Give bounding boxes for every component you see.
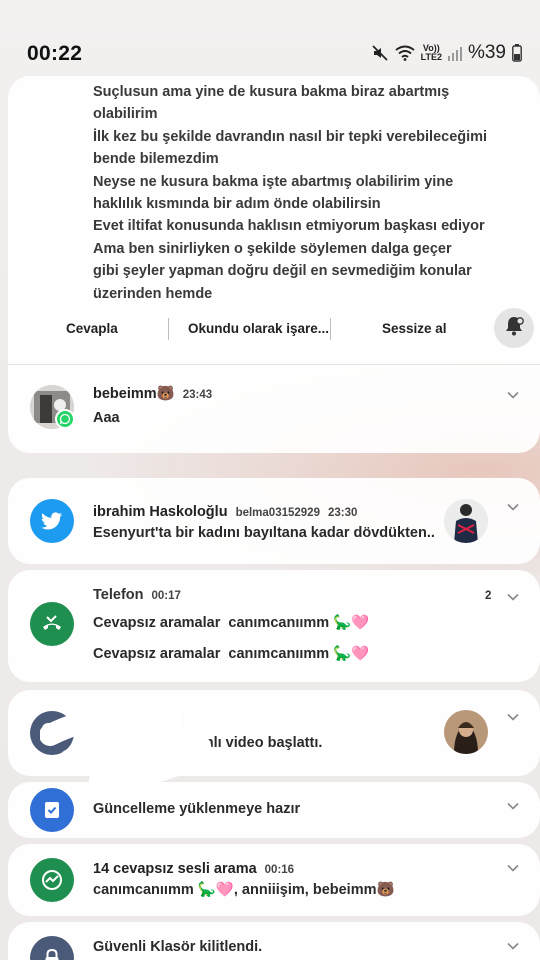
missed-call-icon [30,602,74,646]
chevron-down-icon[interactable] [506,861,520,875]
notification-text: Aaa [93,410,120,426]
chevron-down-icon[interactable] [506,590,520,604]
update-notification[interactable]: Güncelleme yüklenmeye hazır [8,782,540,838]
notification-text: Güvenli Klasör kilitlendi. [93,939,263,955]
chevron-down-icon[interactable] [506,500,520,514]
battery-percent: %39 [467,42,506,63]
messenger-icon [30,858,74,902]
notification-heading: 14 cevapsız sesli arama [93,861,257,877]
notification-time: 23:30 [327,507,358,519]
status-bar: 00:22 Vo)) LTE2 %39 [0,0,540,80]
twitter-handle: belma03152929 [235,507,320,519]
whatsapp-icon [55,409,75,429]
notification-text: canımcanıımm 🦕🩷, anniiişim, bebeimm🐻 [93,882,395,898]
lock-icon [30,936,74,960]
notification-count: 2 [485,590,492,602]
update-icon [30,788,74,832]
notification-title: Telefon 00:17 [93,587,181,603]
message-line: gibi şeyler yapman doğru değil en sevmed… [93,263,472,280]
notification-text: Güncelleme yüklenmeye hazır [93,801,301,817]
tweet-thumbnail [444,499,488,543]
app-name: Telefon [93,587,144,603]
conversation-messages: Suçlusun ama yine de kusura bakma biraz … [93,81,513,305]
notification-title: 14 cevapsız sesli arama 00:16 [93,861,294,877]
volte-icon: Vo)) LTE2 [421,44,442,62]
missed-call-label: Cevapsız aramalar [93,646,221,662]
message-line: haklılık kısmında bir adım önde olabilir… [93,196,381,213]
missed-call-label: Cevapsız aramalar [93,615,221,631]
notification-time: 00:17 [151,590,181,602]
message-line: olabilirim [93,106,158,123]
notification-time: 00:16 [264,864,295,876]
missed-voice-calls-notification[interactable]: 14 cevapsız sesli arama 00:16 canımcanıı… [8,844,540,916]
message-line: Ama ben sinirliyken o şekilde söylemen d… [93,240,452,257]
signal-icon [447,45,462,61]
message-line: İlk kez bu şekilde davrandın nasıl bir t… [93,128,488,145]
mute-button[interactable]: Sessize al [382,321,447,336]
conversation-notification[interactable]: Suçlusun ama yine de kusura bakma biraz … [8,76,540,364]
action-divider [168,318,169,340]
notification-time: 23:43 [182,389,213,401]
message-line: bende bilemezdim [93,151,219,168]
missed-call-contact: canımcanıımm 🦕🩷 [228,615,370,631]
reply-button[interactable]: Cevapla [66,321,118,336]
mark-read-button[interactable]: Okundu olarak işare... [188,321,329,336]
twitter-notification[interactable]: ibrahim Haskoloğlu belma03152929 23:30 E… [8,478,540,564]
volte-bottom: LTE2 [420,52,442,62]
missed-call-contact: canımcanıımm 🦕🩷 [228,646,370,662]
message-line: üzerinden hemde [93,285,213,302]
message-line: Neyse ne kusura bakma işte abartmış olab… [93,173,454,190]
notification-title: bebeimm🐻 23:43 [93,385,212,402]
missed-call-row: Cevapsız aramalar canımcanıımm 🦕🩷 [93,614,369,631]
notification-actions: Cevapla Okundu olarak işare... Sessize a… [8,312,540,344]
chevron-down-icon[interactable] [506,710,520,724]
bell-settings-icon [503,315,525,342]
mute-icon [371,44,389,62]
chevron-down-icon[interactable] [506,799,520,813]
redaction-scribble [40,705,212,785]
notification-text: Esenyurt'ta bir kadını bayıltana kadar d… [93,525,435,541]
wifi-icon [395,45,415,61]
secure-folder-notification[interactable]: Güvenli Klasör kilitlendi. [8,922,540,960]
status-clock: 00:22 [27,42,83,65]
chevron-down-icon[interactable] [506,388,520,402]
whatsapp-notification[interactable]: bebeimm🐻 23:43 Aaa [8,365,540,453]
missed-call-row: Cevapsız aramalar canımcanıımm 🦕🩷 [93,645,369,662]
sender-name: bebeimm🐻 [93,386,175,402]
notification-title: ibrahim Haskoloğlu belma03152929 23:30 [93,504,357,520]
instagram-avatar [444,710,488,754]
twitter-icon [30,499,74,543]
action-divider [330,318,331,340]
message-line: Evet iltifat konusunda haklısın etmiyoru… [93,218,485,235]
battery-icon [512,44,522,62]
notification-settings-button[interactable] [494,308,534,348]
message-line: Suçlusun ama yine de kusura bakma biraz … [93,84,450,100]
status-icons: Vo)) LTE2 %39 [371,42,522,64]
sender-name: ibrahim Haskoloğlu [93,504,228,520]
chevron-down-icon[interactable] [506,939,520,953]
phone-notification[interactable]: Telefon 00:17 2 Cevapsız aramalar canımc… [8,570,540,682]
